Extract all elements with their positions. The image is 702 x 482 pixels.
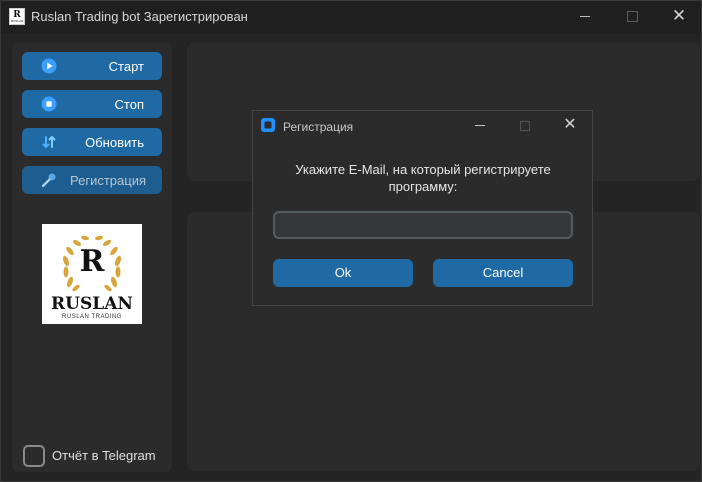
email-prompt: Укажите E-Mail, на который регистрируете… (295, 162, 551, 194)
sidebar: Старт Стоп Обновить Регистрация R RUSLAN… (12, 42, 172, 472)
email-input[interactable] (273, 211, 573, 239)
dialog-title-bar[interactable]: Регистрация ✕ (253, 111, 592, 141)
close-button[interactable]: ✕ (655, 1, 701, 33)
logo-name: RUSLAN (51, 294, 133, 314)
ruslan-logo-icon: R RUSLAN (9, 8, 25, 25)
logo-letter: R (79, 244, 105, 279)
play-icon (41, 58, 57, 74)
ok-button[interactable]: Ok (273, 259, 413, 287)
stop-icon (41, 96, 57, 112)
ruslan-logo: R RUSLAN RUSLAN TRADING (42, 224, 142, 324)
maximize-icon (627, 11, 638, 22)
minimize-button[interactable] (562, 1, 608, 33)
close-icon: ✕ (671, 6, 687, 25)
dialog-close-icon[interactable]: ✕ (562, 116, 578, 134)
title-bar[interactable]: R RUSLAN Ruslan Trading bot Зарегистриро… (1, 1, 701, 33)
register-button-label: Регистрация (70, 173, 146, 188)
register-button[interactable]: Регистрация (22, 166, 162, 194)
refresh-button[interactable]: Обновить (22, 128, 162, 156)
dialog-maximize-icon[interactable] (520, 121, 530, 131)
dialog-app-icon (261, 118, 275, 132)
refresh-button-label: Обновить (85, 135, 144, 150)
main-window: R RUSLAN Ruslan Trading bot Зарегистриро… (0, 0, 702, 482)
logo-tagline: RUSLAN TRADING (62, 314, 122, 320)
start-button-label: Старт (108, 59, 144, 74)
dialog-minimize-icon[interactable] (475, 125, 485, 126)
maximize-button[interactable] (609, 1, 655, 33)
minimize-icon (580, 16, 590, 17)
app-icon-tagline: RUSLAN (10, 19, 24, 23)
refresh-icon (42, 135, 56, 149)
telegram-report-label: Отчёт в Telegram (52, 448, 156, 463)
dialog-title: Регистрация (283, 120, 354, 134)
stop-button[interactable]: Стоп (22, 90, 162, 118)
key-icon (41, 173, 56, 188)
start-button[interactable]: Старт (22, 52, 162, 80)
telegram-report-checkbox[interactable] (23, 445, 45, 467)
window-title: Ruslan Trading bot Зарегистрирован (31, 9, 248, 24)
cancel-button[interactable]: Cancel (433, 259, 573, 287)
registration-dialog: Регистрация ✕ Укажите E-Mail, на который… (252, 110, 593, 306)
stop-button-label: Стоп (114, 97, 144, 112)
